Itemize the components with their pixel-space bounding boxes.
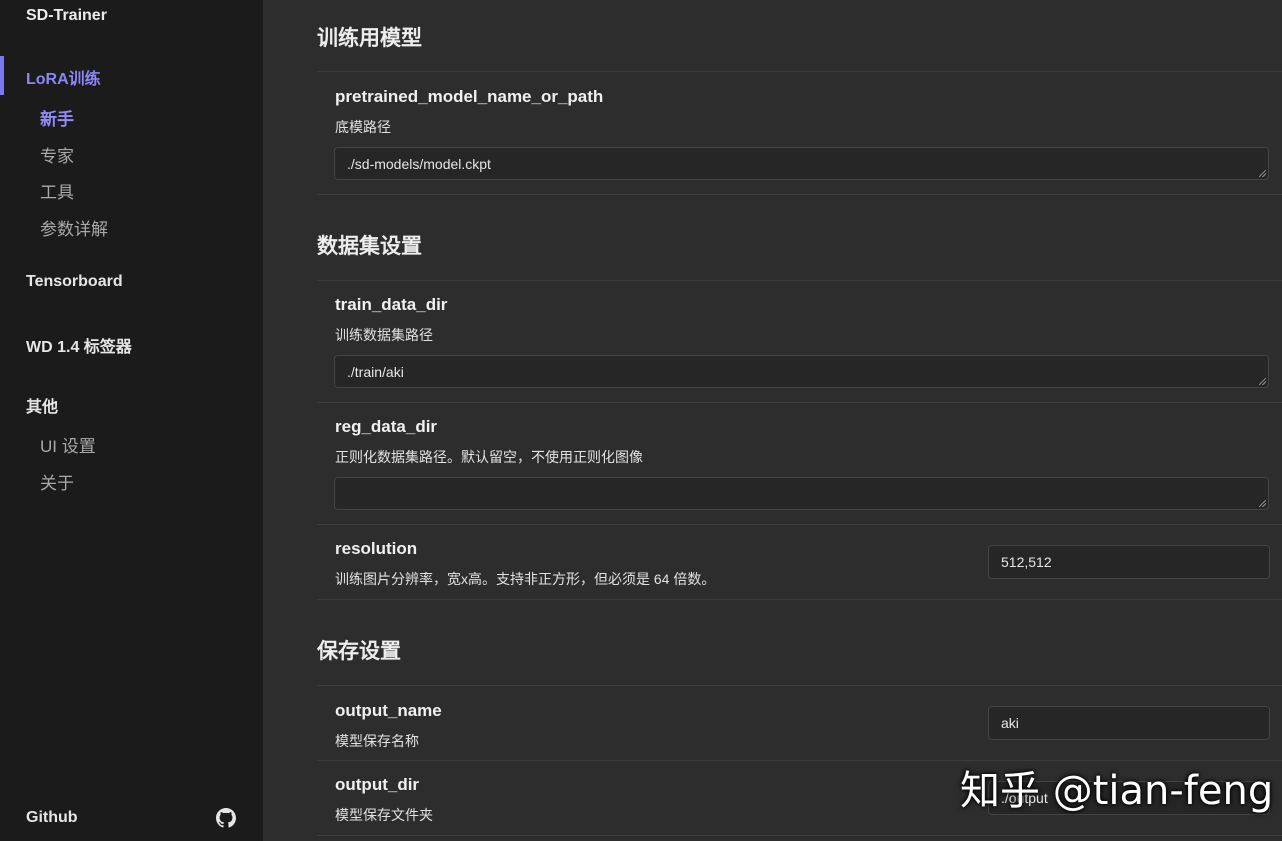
nav-item-params[interactable]: 参数详解	[40, 215, 108, 240]
section-title-model: 训练用模型	[317, 27, 422, 50]
nav-item-about[interactable]: 关于	[40, 469, 74, 494]
github-icon	[216, 808, 236, 828]
nav-other[interactable]: 其他	[26, 393, 58, 417]
field-row-reg-data-dir: reg_data_dir 正则化数据集路径。默认留空，不使用正则化图像	[317, 402, 1282, 525]
resolution-input[interactable]: 512,512	[988, 545, 1270, 579]
app-window: SD-Trainer LoRA训练 新手 专家 工具 参数详解 Tensorbo…	[0, 0, 1282, 841]
nav-wd-tagger[interactable]: WD 1.4 标签器	[26, 333, 132, 357]
active-indicator	[0, 56, 4, 95]
nav-item-expert[interactable]: 专家	[40, 142, 74, 167]
field-name: resolution	[335, 539, 418, 558]
field-description: 训练图片分辨率，宽x高。支持非正方形，但必须是 64 倍数。	[335, 571, 716, 587]
field-description: 正则化数据集路径。默认留空，不使用正则化图像	[335, 449, 643, 465]
field-name: pretrained_model_name_or_path	[335, 87, 604, 106]
field-row-output-name: output_name 模型保存名称 aki	[317, 685, 1282, 761]
train-data-dir-textarea[interactable]: ./train/aki	[334, 355, 1269, 388]
field-description: 模型保存名称	[335, 733, 419, 749]
field-row-pretrained-model: pretrained_model_name_or_path 底模路径 ./sd-…	[317, 71, 1282, 195]
field-description: 训练数据集路径	[335, 327, 433, 343]
field-description: 模型保存文件夹	[335, 807, 433, 823]
watermark: 知乎 @tian-feng	[960, 768, 1274, 814]
nav-item-ui-settings[interactable]: UI 设置	[40, 432, 96, 457]
github-label: Github	[26, 809, 78, 826]
section-title-dataset: 数据集设置	[317, 235, 422, 258]
field-description: 底模路径	[335, 119, 391, 135]
github-link[interactable]: Github	[26, 808, 236, 828]
field-name: reg_data_dir	[335, 417, 438, 436]
nav-item-beginner[interactable]: 新手	[40, 105, 74, 130]
sidebar: SD-Trainer LoRA训练 新手 专家 工具 参数详解 Tensorbo…	[0, 0, 263, 841]
output-name-input[interactable]: aki	[988, 706, 1270, 740]
pretrained-model-textarea[interactable]: ./sd-models/model.ckpt	[334, 147, 1269, 180]
field-row-resolution: resolution 训练图片分辨率，宽x高。支持非正方形，但必须是 64 倍数…	[317, 524, 1282, 600]
nav-lora-training[interactable]: LoRA训练	[26, 65, 101, 89]
reg-data-dir-textarea[interactable]	[334, 477, 1269, 510]
nav-tensorboard[interactable]: Tensorboard	[26, 273, 123, 291]
brand-title[interactable]: SD-Trainer	[26, 7, 107, 25]
main-content: 训练用模型 pretrained_model_name_or_path 底模路径…	[263, 0, 1282, 841]
field-name: train_data_dir	[335, 295, 448, 314]
section-title-save: 保存设置	[317, 640, 401, 663]
field-row-train-data-dir: train_data_dir 训练数据集路径 ./train/aki	[317, 280, 1282, 403]
field-name: output_name	[335, 701, 442, 720]
nav-item-tools[interactable]: 工具	[40, 178, 74, 203]
field-name: output_dir	[335, 775, 420, 794]
